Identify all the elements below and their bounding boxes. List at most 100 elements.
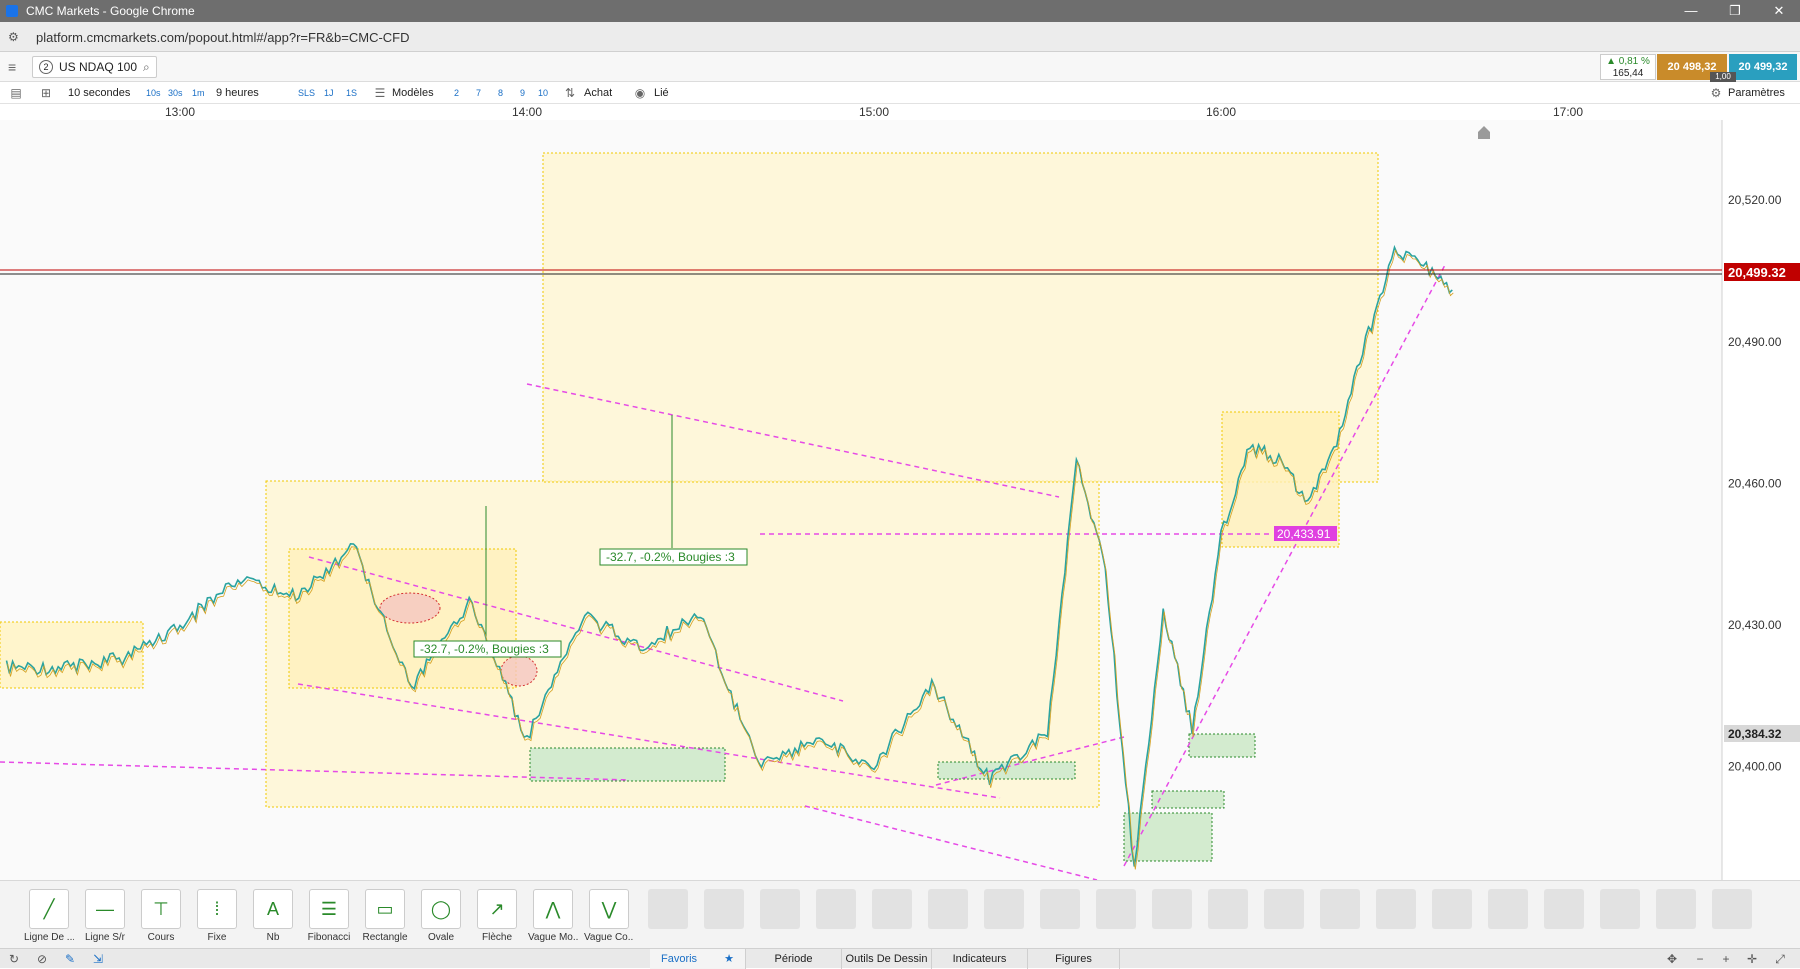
tab-outils-de-dessin[interactable]: Outils De Dessin bbox=[842, 949, 932, 969]
line-tool[interactable]: ╱ Ligne De ... bbox=[24, 889, 74, 943]
buy-button[interactable]: 20 499,32 bbox=[1729, 54, 1797, 80]
empty-tool-slot[interactable] bbox=[1656, 889, 1696, 929]
empty-tool-slot[interactable] bbox=[1320, 889, 1360, 929]
list-view-icon[interactable]: ▤ bbox=[8, 85, 24, 101]
time-tick: 17:00 bbox=[1552, 105, 1584, 119]
range-1s[interactable]: 1S bbox=[346, 85, 357, 101]
interval-select[interactable]: 10 secondes bbox=[68, 85, 130, 101]
note-tool[interactable]: A Nb bbox=[248, 889, 298, 943]
line-tool-icon: ╱ bbox=[29, 889, 69, 929]
empty-tool-slot[interactable] bbox=[1040, 889, 1080, 929]
preset-9[interactable]: 9 bbox=[520, 85, 525, 101]
cancel-icon[interactable]: ⊘ bbox=[34, 951, 50, 967]
demand-zone[interactable] bbox=[1188, 733, 1256, 758]
zone-rectangle[interactable] bbox=[0, 621, 144, 689]
crosshair-icon[interactable]: ✛ bbox=[1744, 951, 1760, 967]
templates-icon[interactable]: ☰ bbox=[372, 85, 388, 101]
empty-tool-slot[interactable] bbox=[1600, 889, 1640, 929]
interval-30s[interactable]: 30s bbox=[168, 85, 183, 101]
empty-tool-slot[interactable] bbox=[816, 889, 856, 929]
interval-1m[interactable]: 1m bbox=[192, 85, 205, 101]
empty-tool-slot[interactable] bbox=[872, 889, 912, 929]
layout-grid-icon[interactable]: ⊞ bbox=[38, 85, 54, 101]
fixed-tool[interactable]: ⁞ Fixe bbox=[192, 889, 242, 943]
wave-tool-1[interactable]: ⋀ Vague Mo... bbox=[528, 889, 578, 943]
arrow-tool[interactable]: ↗ Flèche bbox=[472, 889, 522, 943]
pencil-icon[interactable]: ✎ bbox=[62, 951, 78, 967]
empty-tool-slot[interactable] bbox=[1208, 889, 1248, 929]
tab-label: Favoris bbox=[661, 953, 698, 965]
low-price-text: 20,384.32 bbox=[1728, 727, 1782, 741]
empty-tool-slot[interactable] bbox=[1544, 889, 1584, 929]
tab-favoris[interactable]: Favoris ★ bbox=[650, 949, 746, 969]
expand-icon[interactable]: ⤢ bbox=[1772, 951, 1788, 967]
range-1j[interactable]: 1J bbox=[324, 85, 334, 101]
price-tool[interactable]: ⊤ Cours bbox=[136, 889, 186, 943]
tab-figures[interactable]: Figures bbox=[1028, 949, 1120, 969]
linked-button[interactable]: Lié bbox=[654, 85, 669, 101]
empty-tool-slot[interactable] bbox=[1488, 889, 1528, 929]
preset-8[interactable]: 8 bbox=[498, 85, 503, 101]
empty-tool-slot[interactable] bbox=[1376, 889, 1416, 929]
empty-tool-slot[interactable] bbox=[1432, 889, 1472, 929]
empty-tool-slot[interactable] bbox=[1264, 889, 1304, 929]
settings-button[interactable]: Paramètres bbox=[1728, 85, 1785, 101]
zoom-in-icon[interactable]: + bbox=[1718, 951, 1734, 967]
empty-tool-slot[interactable] bbox=[1152, 889, 1192, 929]
sr-line-tool[interactable]: — Ligne S/r bbox=[80, 889, 130, 943]
empty-tool-slot[interactable] bbox=[984, 889, 1024, 929]
restore-button[interactable]: ❐ bbox=[1720, 2, 1750, 20]
gear-icon[interactable]: ⚙ bbox=[1708, 85, 1724, 101]
wave-tool-2[interactable]: ⋁ Vague Co... bbox=[584, 889, 634, 943]
instrument-name: US NDAQ 100 bbox=[59, 60, 138, 74]
zoom-out-icon[interactable]: − bbox=[1692, 951, 1708, 967]
site-info-icon[interactable]: ⚙ bbox=[8, 30, 22, 44]
instrument-selector[interactable]: 2 US NDAQ 100 ⌕ bbox=[32, 56, 157, 78]
preset-2[interactable]: 2 bbox=[454, 85, 459, 101]
demand-zone[interactable] bbox=[529, 747, 726, 782]
oval-marker[interactable] bbox=[379, 592, 441, 624]
time-tick: 16:00 bbox=[1205, 105, 1237, 119]
tab-periode[interactable]: Période bbox=[746, 949, 842, 969]
price-chart[interactable]: -32.7, -0.2%, Bougies :3 -32.7, -0.2%, B… bbox=[0, 120, 1800, 880]
preset-7[interactable]: 7 bbox=[476, 85, 481, 101]
interval-10s[interactable]: 10s bbox=[146, 85, 161, 101]
empty-tool-slot[interactable] bbox=[928, 889, 968, 929]
spread-badge: 1,00 bbox=[1710, 72, 1736, 82]
range-sls[interactable]: SLS bbox=[298, 85, 315, 101]
empty-tool-slot[interactable] bbox=[648, 889, 688, 929]
hamburger-menu-icon[interactable]: ≡ bbox=[8, 59, 24, 75]
move-icon[interactable]: ✥ bbox=[1664, 951, 1680, 967]
tool-label: Ovale bbox=[427, 932, 455, 943]
window-titlebar: CMC Markets - Google Chrome — ❐ ✕ bbox=[0, 0, 1800, 22]
empty-tool-slot[interactable] bbox=[760, 889, 800, 929]
eye-icon[interactable]: ◉ bbox=[632, 85, 648, 101]
cursor-icon[interactable]: ⇲ bbox=[90, 951, 106, 967]
oval-tool[interactable]: ◯ Ovale bbox=[416, 889, 466, 943]
preset-10[interactable]: 10 bbox=[538, 85, 548, 101]
rectangle-tool[interactable]: ▭ Rectangle bbox=[360, 889, 410, 943]
search-icon[interactable]: ⌕ bbox=[143, 60, 150, 75]
empty-tool-slot[interactable] bbox=[704, 889, 744, 929]
demand-zone[interactable] bbox=[937, 761, 1076, 780]
buy-button-toolbar[interactable]: Achat bbox=[584, 85, 612, 101]
empty-tool-slot[interactable] bbox=[1712, 889, 1752, 929]
wave-1-tool-icon: ⋀ bbox=[533, 889, 573, 929]
url-text[interactable]: platform.cmcmarkets.com/popout.html#/app… bbox=[36, 30, 410, 45]
buy-order-icon[interactable]: ⇅ bbox=[562, 85, 578, 101]
templates-button[interactable]: Modèles bbox=[392, 85, 434, 101]
close-button[interactable]: ✕ bbox=[1764, 2, 1794, 20]
level-label-text: 20,433.91 bbox=[1277, 527, 1331, 541]
instrument-bar: ≡ 2 US NDAQ 100 ⌕ ▲ 0,81 % 165,44 20 498… bbox=[0, 52, 1800, 82]
empty-tool-slot[interactable] bbox=[1096, 889, 1136, 929]
time-axis: 13:00 14:00 15:00 16:00 17:00 bbox=[0, 104, 1722, 120]
fibonacci-tool[interactable]: ☰ Fibonacci bbox=[304, 889, 354, 943]
chart-toolbar: ▤ ⊞ 10 secondes 10s 30s 1m 9 heures SLS … bbox=[0, 82, 1800, 104]
range-select[interactable]: 9 heures bbox=[216, 85, 259, 101]
refresh-icon[interactable]: ↻ bbox=[6, 951, 22, 967]
fixed-tool-icon: ⁞ bbox=[197, 889, 237, 929]
chart-svg[interactable]: -32.7, -0.2%, Bougies :3 -32.7, -0.2%, B… bbox=[0, 120, 1800, 880]
tool-label: Nb bbox=[266, 932, 280, 943]
tab-indicateurs[interactable]: Indicateurs bbox=[932, 949, 1028, 969]
minimize-button[interactable]: — bbox=[1676, 2, 1706, 20]
